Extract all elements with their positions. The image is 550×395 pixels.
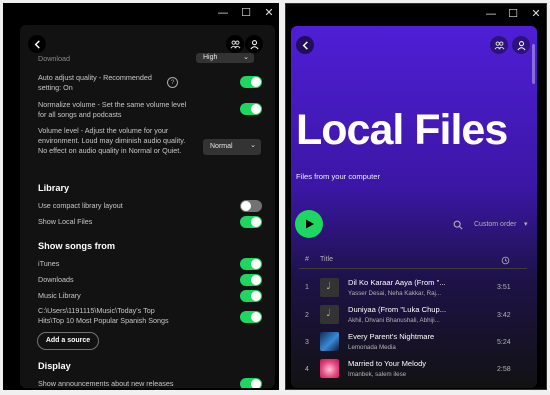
column-title-header[interactable]: Title <box>320 256 333 263</box>
volume-level-label: Volume level - Adjust the volume for you… <box>38 126 186 155</box>
track-title[interactable]: Dil Ko Karaar Aaya (From "... <box>348 278 446 287</box>
auto-adjust-label: Auto adjust quality - Recommended settin… <box>38 73 152 92</box>
track-title[interactable]: Duniyaa (From "Luka Chup... <box>348 305 446 314</box>
toggle-knob <box>251 77 261 87</box>
album-art-image <box>320 359 339 378</box>
track-number: 3 <box>305 339 309 346</box>
source-itunes-toggle[interactable] <box>240 258 262 270</box>
album-art-image <box>320 332 339 351</box>
announcements-toggle[interactable] <box>240 378 262 388</box>
normalize-volume-toggle[interactable] <box>240 103 262 115</box>
sort-dropdown[interactable]: Custom order <box>474 221 516 228</box>
caret-down-icon[interactable]: ▾ <box>524 220 528 228</box>
announcements-label: Show announcements about new releases <box>38 379 174 388</box>
title-bar: — ☐ ✕ <box>3 3 279 23</box>
group-icon <box>230 40 240 48</box>
volume-level-dropdown[interactable]: Normal ⌄ <box>203 139 261 155</box>
source-downloads-label: Downloads <box>38 275 74 284</box>
user-icon <box>249 39 259 49</box>
add-source-button[interactable]: Add a source <box>37 332 99 350</box>
source-music-library-label: Music Library <box>38 291 81 300</box>
toggle-knob <box>251 259 261 269</box>
settings-window: — ☐ ✕ Download High ⌄ Auto adjust qualit… <box>3 3 279 390</box>
track-number: 4 <box>305 366 309 373</box>
minimize-button[interactable]: — <box>215 5 231 21</box>
track-duration: 5:24 <box>497 339 511 346</box>
search-icon[interactable] <box>453 220 463 230</box>
toggle-knob <box>251 275 261 285</box>
profile-button[interactable] <box>245 35 263 53</box>
track-artist[interactable]: Imanbek, salem ilese <box>348 371 406 378</box>
maximize-button[interactable]: ☐ <box>238 5 254 21</box>
show-songs-from-heading: Show songs from <box>38 241 116 251</box>
close-button[interactable]: ✕ <box>261 5 277 21</box>
track-title[interactable]: Married to Your Melody <box>348 359 426 368</box>
music-note-icon: ♩ <box>320 278 339 297</box>
help-icon[interactable]: ? <box>167 77 178 88</box>
back-button[interactable] <box>28 35 46 53</box>
normalize-volume-label: Normalize volume - Set the same volume l… <box>38 100 187 119</box>
track-duration: 2:58 <box>497 366 511 373</box>
library-heading: Library <box>38 183 70 193</box>
track-artist[interactable]: Lemonada Media <box>348 344 396 351</box>
profile-button[interactable] <box>512 36 530 54</box>
friends-activity-button[interactable] <box>226 35 244 53</box>
clock-icon <box>501 256 510 265</box>
chevron-left-icon <box>302 40 308 50</box>
display-heading: Display <box>38 361 71 371</box>
play-icon <box>306 219 314 229</box>
track-duration: 3:42 <box>497 312 511 319</box>
play-button[interactable] <box>295 210 323 238</box>
chevron-down-icon: ⌄ <box>250 142 256 149</box>
group-icon <box>494 41 504 49</box>
compact-layout-label: Use compact library layout <box>38 201 123 210</box>
page-title: Local Files <box>296 106 508 154</box>
minimize-button[interactable]: — <box>483 6 499 22</box>
toggle-knob <box>251 104 261 114</box>
user-icon <box>516 40 526 50</box>
source-custom-folder-toggle[interactable] <box>240 311 262 323</box>
auto-adjust-toggle[interactable] <box>240 76 262 88</box>
track-title[interactable]: Every Parent's Nightmare <box>348 332 434 341</box>
close-button[interactable]: ✕ <box>528 6 544 22</box>
settings-panel[interactable]: Download High ⌄ Auto adjust quality - Re… <box>20 25 275 388</box>
column-number-header: # <box>305 256 309 263</box>
toggle-knob <box>251 217 261 227</box>
source-itunes-label: iTunes <box>38 259 60 268</box>
page-subtitle: Files from your computer <box>296 172 380 181</box>
scrollbar[interactable] <box>532 44 535 84</box>
download-quality-label: Download <box>38 54 70 63</box>
maximize-button[interactable]: ☐ <box>505 6 521 22</box>
toggle-knob <box>241 201 251 211</box>
track-artist[interactable]: Yasser Desai, Neha Kakkar, Raj... <box>348 290 441 297</box>
source-music-library-toggle[interactable] <box>240 290 262 302</box>
source-downloads-toggle[interactable] <box>240 274 262 286</box>
show-local-files-toggle[interactable] <box>240 216 262 228</box>
music-note-icon: ♩ <box>320 305 339 324</box>
toggle-knob <box>251 312 261 322</box>
back-button[interactable] <box>296 36 314 54</box>
toggle-knob <box>251 291 261 301</box>
track-number: 1 <box>305 284 309 291</box>
source-custom-folder-label: C:\Users\1191115\Music\Today's Top Hits\… <box>38 306 169 325</box>
title-bar: — ☐ ✕ <box>286 4 546 24</box>
header-divider <box>299 268 527 269</box>
chevron-down-icon: ⌄ <box>243 54 249 61</box>
friends-activity-button[interactable] <box>490 36 508 54</box>
compact-layout-toggle[interactable] <box>240 200 262 212</box>
local-files-window: — ☐ ✕ Local Files Files from your comput… <box>285 3 547 390</box>
track-number: 2 <box>305 312 309 319</box>
toggle-knob <box>251 379 261 388</box>
show-local-files-label: Show Local Files <box>38 217 93 226</box>
chevron-left-icon <box>34 39 40 49</box>
dropdown-value: Normal <box>210 143 233 150</box>
download-quality-dropdown[interactable]: High ⌄ <box>196 53 254 63</box>
local-files-panel[interactable]: Local Files Files from your computer Cus… <box>291 26 537 388</box>
track-duration: 3:51 <box>497 284 511 291</box>
track-artist[interactable]: Akhil, Dhvani Bhanushali, Abhiji... <box>348 317 440 324</box>
dropdown-value: High <box>203 54 218 61</box>
